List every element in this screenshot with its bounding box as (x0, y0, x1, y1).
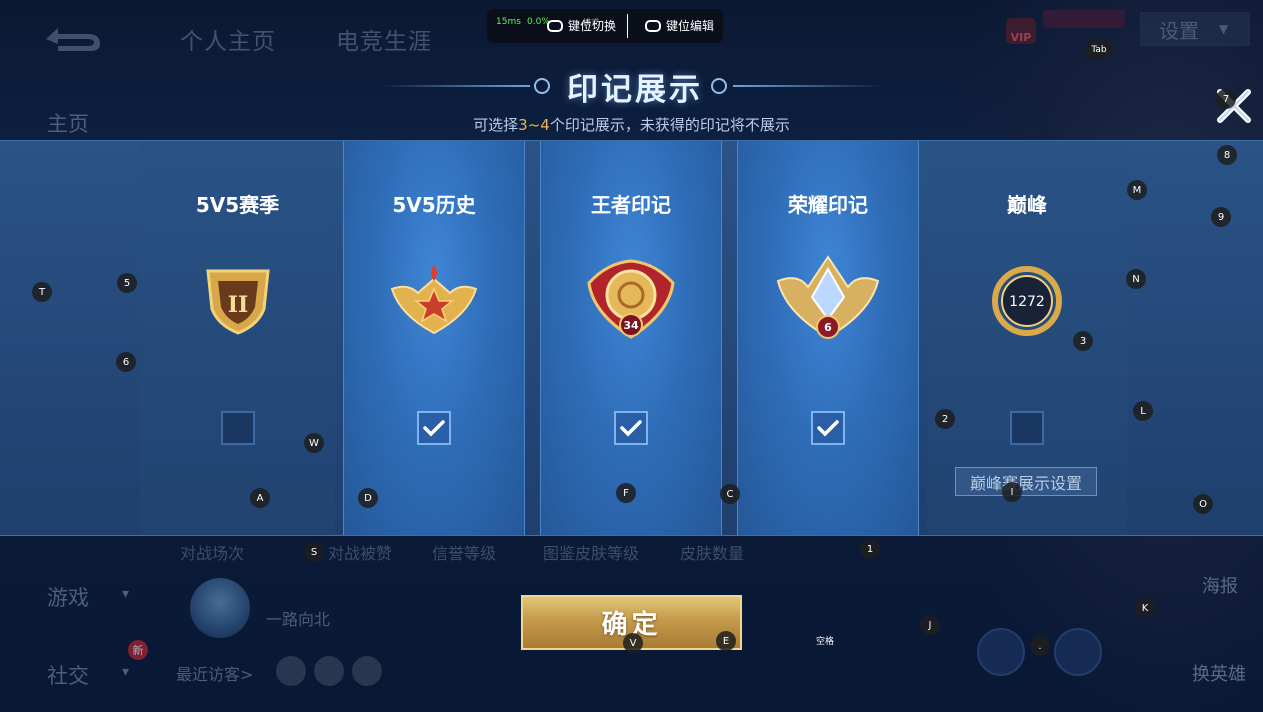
card-title: 5V5赛季 (195, 193, 280, 217)
key-edit-label: 键位编辑 (666, 19, 715, 33)
glory-emblem-icon: 6 (776, 255, 880, 339)
emblem-text: 1272 (1009, 294, 1045, 310)
card-title: 荣耀印记 (788, 193, 868, 217)
history-star-emblem-icon (390, 265, 478, 335)
key-edit-button[interactable]: 键位编辑 (645, 17, 714, 34)
key-hint-space: 空格 (815, 636, 834, 647)
key-hint: 1 (860, 539, 880, 559)
card-title: 王者印记 (591, 193, 671, 217)
key-hint: Tab (1085, 40, 1113, 60)
emblem-checkbox[interactable] (220, 411, 255, 445)
emblem-card-5v5-season[interactable]: 5V5赛季 II (140, 141, 335, 535)
title-ornament-line (733, 85, 883, 87)
key-hint: 2 (935, 409, 955, 429)
key-hint: 9 (1211, 207, 1231, 227)
key-hint: D (358, 488, 378, 508)
key-hint: O (1193, 494, 1213, 514)
key-hint: E (716, 631, 736, 651)
modal-title: 印记展示 (567, 71, 703, 108)
season-rank-emblem-icon: II (205, 269, 270, 335)
key-hint: V (623, 633, 643, 653)
toolbar-divider (627, 14, 628, 38)
emblem-card-king[interactable]: 王者印记 34 (540, 141, 722, 535)
key-hint: A (250, 488, 270, 508)
key-hint: 8 (1217, 145, 1237, 165)
subtitle-prefix: 可选择 (473, 116, 519, 134)
key-hint: 6 (116, 352, 136, 372)
emblem-checkbox[interactable] (1010, 411, 1044, 445)
title-ornament (711, 78, 727, 94)
key-hint: F (616, 483, 636, 503)
key-hint: J (920, 615, 940, 635)
key-hint: L (1133, 401, 1153, 421)
emblem-checkbox[interactable] (417, 411, 451, 445)
emblem-text: 6 (824, 321, 832, 334)
key-hint: . (1030, 636, 1050, 656)
title-ornament-line (380, 85, 530, 87)
king-emblem-icon: 34 (587, 259, 675, 339)
card-title: 巅峰 (1007, 193, 1047, 217)
emblem-checkbox[interactable] (614, 411, 648, 445)
key-hint: W (304, 433, 324, 453)
emblem-checkbox[interactable] (811, 411, 845, 445)
emblem-text: II (227, 292, 248, 318)
key-hint: I (1002, 482, 1022, 502)
key-switch-label: 键位切换 (568, 19, 617, 33)
key-hint: 3 (1073, 331, 1093, 351)
subtitle-range: 3~4 (518, 116, 550, 134)
peak-rating-emblem-icon: 1272 (992, 266, 1062, 336)
check-icon (817, 420, 839, 437)
key-hint: K (1135, 598, 1155, 618)
key-hint: M (1127, 180, 1147, 200)
card-title: 5V5历史 (392, 193, 476, 217)
peak-display-settings-button[interactable]: 巅峰赛展示设置 (955, 467, 1097, 496)
key-hint: S (304, 542, 324, 562)
emblem-card-glory[interactable]: 荣耀印记 6 (737, 141, 919, 535)
keymap-toolbar: 15ms 0.0% 模式 键位切换 键位编辑 (487, 9, 723, 43)
gamepad-icon (645, 19, 661, 32)
key-hint: T (32, 282, 52, 302)
gamepad-icon (547, 19, 563, 32)
key-hint: C (720, 484, 740, 504)
subtitle-suffix: 个印记展示，未获得的印记将不展示 (549, 116, 790, 134)
key-hint: N (1126, 269, 1146, 289)
modal-subtitle: 可选择3~4个印记展示，未获得的印记将不展示 (0, 114, 1263, 135)
ping-readout: 15ms (496, 17, 521, 27)
modal-title-wrap: 印记展示 (530, 64, 740, 108)
key-hint: 7 (1216, 89, 1236, 109)
key-hint: 5 (117, 273, 137, 293)
emblem-text: 34 (623, 319, 639, 332)
check-icon (423, 420, 445, 437)
emblem-card-5v5-history[interactable]: 5V5历史 (343, 141, 525, 535)
key-switch-button[interactable]: 键位切换 (547, 17, 616, 34)
check-icon (620, 420, 642, 437)
